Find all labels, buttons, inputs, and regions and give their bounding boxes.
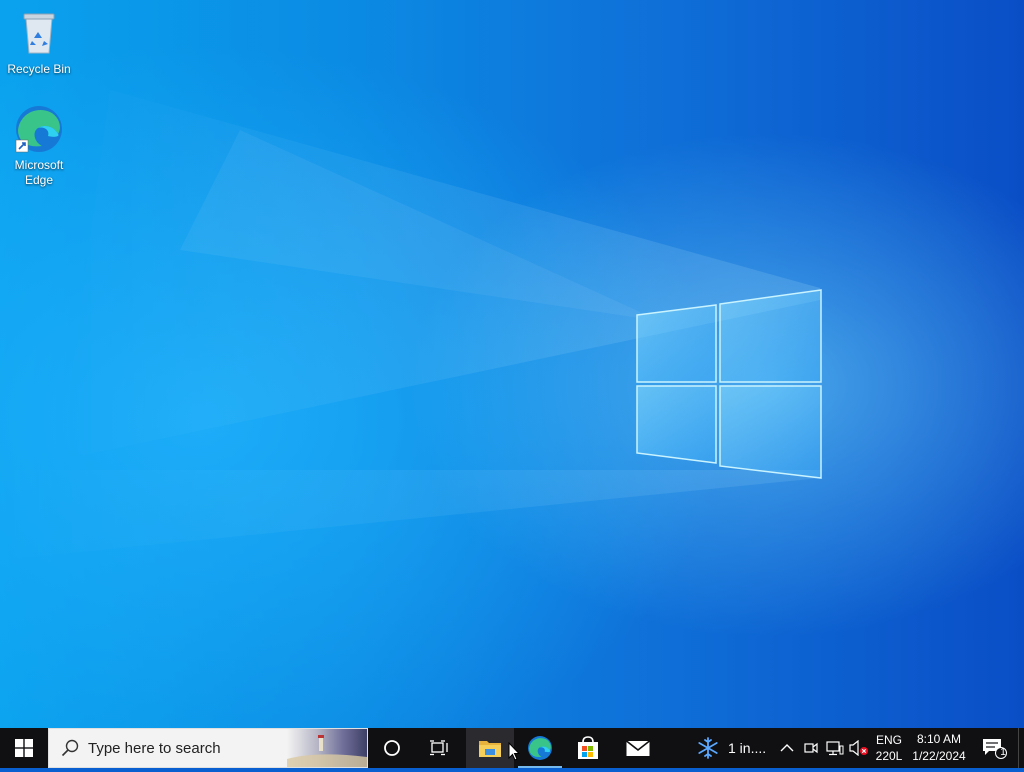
edge-icon bbox=[528, 736, 552, 760]
store-icon bbox=[578, 736, 598, 759]
search-box[interactable]: Type here to search bbox=[48, 728, 368, 768]
search-highlight-image bbox=[287, 729, 367, 767]
desktop-icon-recycle-bin[interactable]: Recycle Bin bbox=[1, 8, 77, 77]
clock-time: 8:10 AM bbox=[916, 732, 962, 746]
weather-widget[interactable]: 1 in.... bbox=[686, 728, 772, 768]
language-label: ENG bbox=[875, 733, 902, 747]
windows-logo-icon bbox=[15, 739, 33, 757]
taskbar-app-store[interactable] bbox=[564, 728, 612, 768]
mouse-cursor-icon bbox=[508, 742, 520, 761]
keyboard-layout-label: 220L bbox=[875, 749, 903, 763]
search-placeholder: Type here to search bbox=[88, 740, 221, 757]
task-view-button[interactable] bbox=[416, 728, 464, 768]
tray-volume-button[interactable] bbox=[848, 728, 870, 768]
tray-meet-now-button[interactable] bbox=[800, 728, 822, 768]
action-center-button[interactable]: 1 bbox=[974, 728, 1014, 768]
snowflake-icon bbox=[698, 737, 718, 759]
desktop-icon-label: Recycle Bin bbox=[7, 62, 71, 76]
edge-icon bbox=[14, 104, 64, 154]
taskbar-app-mail[interactable] bbox=[614, 728, 662, 768]
show-hidden-icons-button[interactable] bbox=[776, 728, 798, 768]
desktop-icon-label: Microsoft Edge bbox=[14, 158, 64, 187]
clock-button[interactable]: 8:10 AM 1/22/2024 bbox=[908, 728, 970, 768]
mail-icon bbox=[626, 740, 650, 756]
task-view-icon bbox=[430, 740, 448, 756]
input-language-button[interactable]: ENG 220L bbox=[872, 728, 906, 768]
tray-network-button[interactable] bbox=[824, 728, 846, 768]
recycle-bin-icon bbox=[14, 8, 64, 58]
cortana-button[interactable] bbox=[368, 728, 416, 768]
show-desktop-button[interactable] bbox=[1018, 728, 1024, 768]
desktop-wallpaper bbox=[0, 0, 1024, 728]
wallpaper-art bbox=[0, 90, 822, 560]
meet-now-icon bbox=[804, 742, 818, 754]
search-icon bbox=[61, 739, 79, 757]
cortana-circle-icon bbox=[384, 740, 400, 756]
taskbar-app-file-explorer[interactable] bbox=[466, 728, 514, 768]
notification-count-badge: 1 bbox=[1000, 747, 1006, 758]
start-button[interactable] bbox=[0, 728, 48, 768]
desktop-icon-microsoft-edge[interactable]: Microsoft Edge bbox=[1, 104, 77, 188]
network-icon bbox=[826, 741, 844, 756]
taskbar-app-edge[interactable] bbox=[516, 728, 564, 768]
volume-muted-icon bbox=[849, 740, 868, 756]
clock-date: 1/22/2024 bbox=[912, 749, 966, 763]
folder-icon bbox=[479, 741, 501, 757]
weather-text: 1 in.... bbox=[728, 740, 767, 756]
chevron-up-icon bbox=[780, 744, 794, 752]
